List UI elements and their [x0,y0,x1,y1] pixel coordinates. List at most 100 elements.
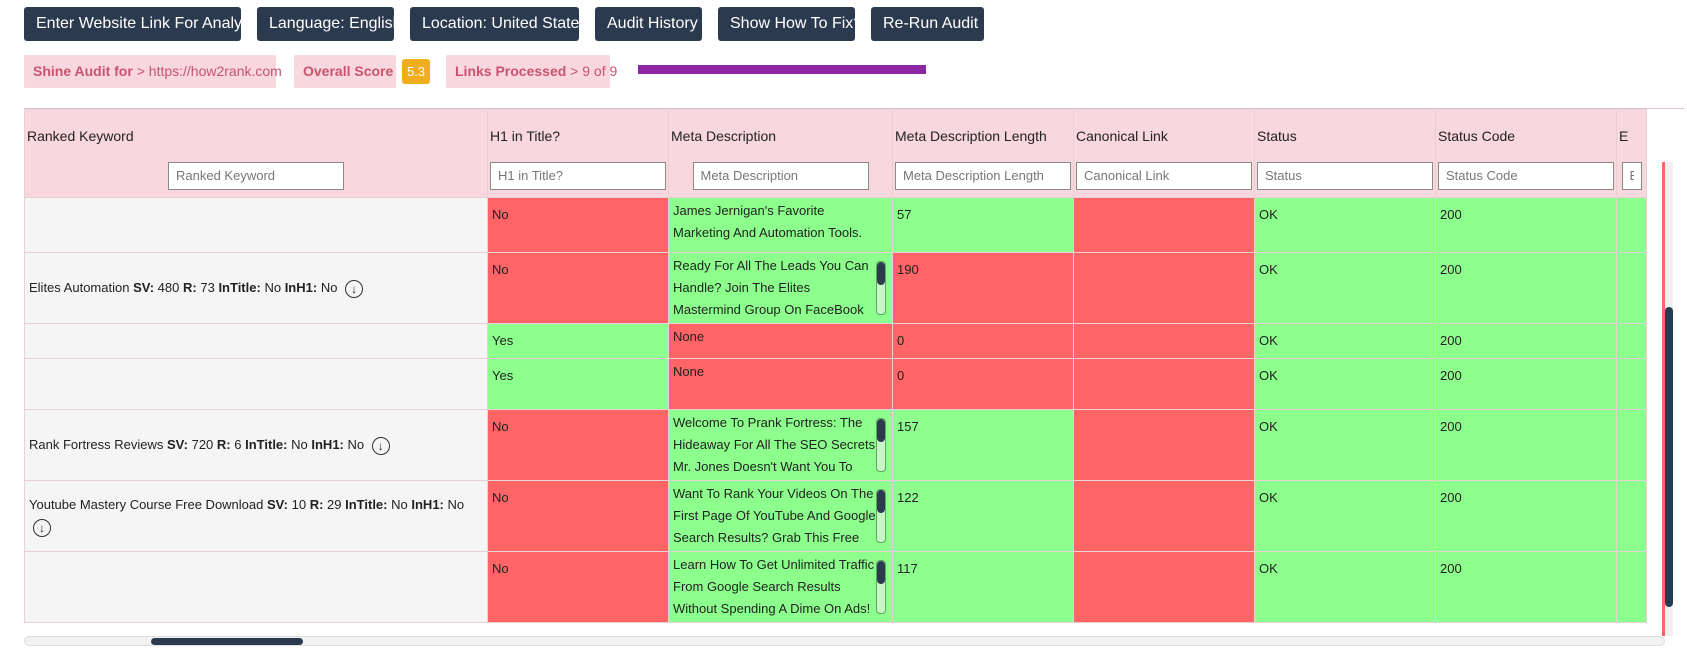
column-filter-input[interactable] [168,161,344,190]
cell-scrollbar[interactable] [876,560,886,614]
search-volume-value: 480 [157,280,180,295]
column-header-label: Status [1257,128,1297,144]
status-code-cell: 200 [1435,252,1617,324]
meta-length-cell: 122 [892,480,1074,552]
status-cell: OK [1254,551,1436,623]
horizontal-scroll-thumb[interactable] [151,638,303,645]
overall-score-badge: 5.3 [402,59,430,84]
cell-scrollbar[interactable] [876,489,886,543]
status-cell: OK [1254,480,1436,552]
column-filter-cell: ↑↓ [487,157,669,198]
sort-icon[interactable]: ↑↓ [1241,158,1250,159]
table-row: Youtube Mastery Course Free Download SV:… [24,480,1647,552]
h1-in-title-cell: Yes [487,358,669,410]
location-button[interactable]: Location: United States [410,7,587,41]
sort-icon[interactable]: ↑↓ [655,158,664,159]
status-code-cell: 200 [1435,358,1617,410]
column-header[interactable]: H1 in Title? [487,109,669,158]
column-filter-input[interactable] [895,161,1071,190]
in-title-label: InTitle: [245,437,288,452]
column-filter-input[interactable] [1438,161,1614,190]
download-circle-icon[interactable]: ↓ [33,518,51,537]
sort-icon[interactable]: ↑↓ [1603,158,1612,159]
filter-row: ↑↓ ↑↓ ↑↓ ↑↓ ↑↓ ↑↓ [24,157,1647,198]
cell-scrollbar[interactable] [876,418,886,472]
column-filter-input[interactable] [1621,161,1642,190]
status-cell: OK [1254,409,1436,481]
cell-scroll-thumb[interactable] [877,561,885,585]
meta-description-text: Welcome To Prank Fortress: The Hideaway … [673,415,876,474]
rank-label: R: [309,497,324,512]
status-cell: OK [1254,323,1436,359]
column-header-label: E [1619,128,1629,144]
status-cell: OK [1254,252,1436,324]
meta-length-cell: 117 [892,551,1074,623]
column-header-label: Status Code [1438,128,1516,144]
column-filter-input[interactable] [1076,161,1252,190]
cell-scroll-thumb[interactable] [877,419,885,443]
rank-value: 73 [200,280,215,295]
column-header-label: Ranked Keyword [27,128,134,144]
column-filter-input[interactable] [1257,161,1433,190]
cell-scroll-thumb[interactable] [877,490,885,514]
meta-description-text: Want To Rank Your Videos On The First Pa… [673,486,876,545]
audit-history-button[interactable]: Audit History [595,7,702,41]
column-header[interactable]: E [1616,109,1647,158]
column-filter-input[interactable] [692,161,869,190]
meta-length-cell: 157 [892,409,1074,481]
ranked-keyword-cell: Youtube Mastery Course Free Download SV:… [24,480,488,552]
ranked-keyword-cell: Rank Fortress Reviews SV: 720 R: 6 InTit… [24,409,488,481]
column-header[interactable]: Status [1254,109,1436,158]
canonical-link-cell [1073,323,1255,359]
search-volume-value: 720 [191,437,214,452]
meta-description-text: None [673,329,705,344]
ranked-keyword-cell [24,323,488,359]
column-header[interactable]: Status Code [1435,109,1617,158]
links-processed-label: Links Processed [455,63,567,79]
keyword-name: Youtube Mastery Course Free Download [29,497,264,512]
audit-for-chip: Shine Audit for > https://how2rank.com [24,55,282,88]
column-header[interactable]: Canonical Link [1073,109,1255,158]
in-h1-value: No [320,280,338,295]
column-header[interactable]: Ranked Keyword [24,109,488,158]
vertical-scrollbar[interactable] [1662,162,1673,636]
sort-icon[interactable]: ↑↓ [879,158,888,159]
h1-in-title-cell: No [487,480,669,552]
column-filter-cell: ↑↓ [1254,157,1436,198]
rank-value: 29 [327,497,342,512]
overall-score-label: Overall Score [303,63,394,79]
keyword-summary: Elites Automation SV: 480 R: 73 InTitle:… [29,279,364,298]
enter-link-button[interactable]: Enter Website Link For Analysis [24,7,262,41]
horizontal-scrollbar[interactable] [24,636,1665,646]
download-circle-icon[interactable]: ↓ [345,279,364,298]
show-how-to-fix-button[interactable]: Show How To Fix? [718,7,862,41]
vertical-scroll-thumb[interactable] [1665,307,1673,607]
rank-label: R: [216,437,231,452]
column-header[interactable]: Meta Description Length [892,109,1074,158]
canonical-link-cell [1073,551,1255,623]
in-h1-label: InH1: [311,437,344,452]
download-circle-icon[interactable]: ↓ [371,436,390,455]
h1-in-title-cell: Yes [487,323,669,359]
extra-cell [1616,551,1647,623]
language-button[interactable]: Language: English [257,7,402,41]
keyword-summary: Rank Fortress Reviews SV: 720 R: 6 InTit… [29,436,390,455]
sort-icon[interactable]: ↑↓ [1060,158,1069,159]
in-h1-label: InH1: [411,497,444,512]
audit-for-separator: > [136,63,145,79]
column-filter-input[interactable] [490,161,666,190]
cell-scrollbar[interactable] [876,261,886,315]
extra-cell [1616,252,1647,324]
table-row: Elites Automation SV: 480 R: 73 InTitle:… [24,252,1647,324]
column-header[interactable]: Meta Description [668,109,893,158]
extra-cell [1616,197,1647,253]
in-h1-label: InH1: [284,280,318,295]
meta-description-cell: None [668,358,893,410]
meta-description-text: None [673,364,705,379]
canonical-link-cell [1073,480,1255,552]
in-title-label: InTitle: [345,497,388,512]
in-title-value: No [291,437,308,452]
sort-icon[interactable]: ↑↓ [1422,158,1431,159]
rerun-audit-button[interactable]: Re-Run Audit [871,7,984,41]
cell-scroll-thumb[interactable] [877,262,885,286]
